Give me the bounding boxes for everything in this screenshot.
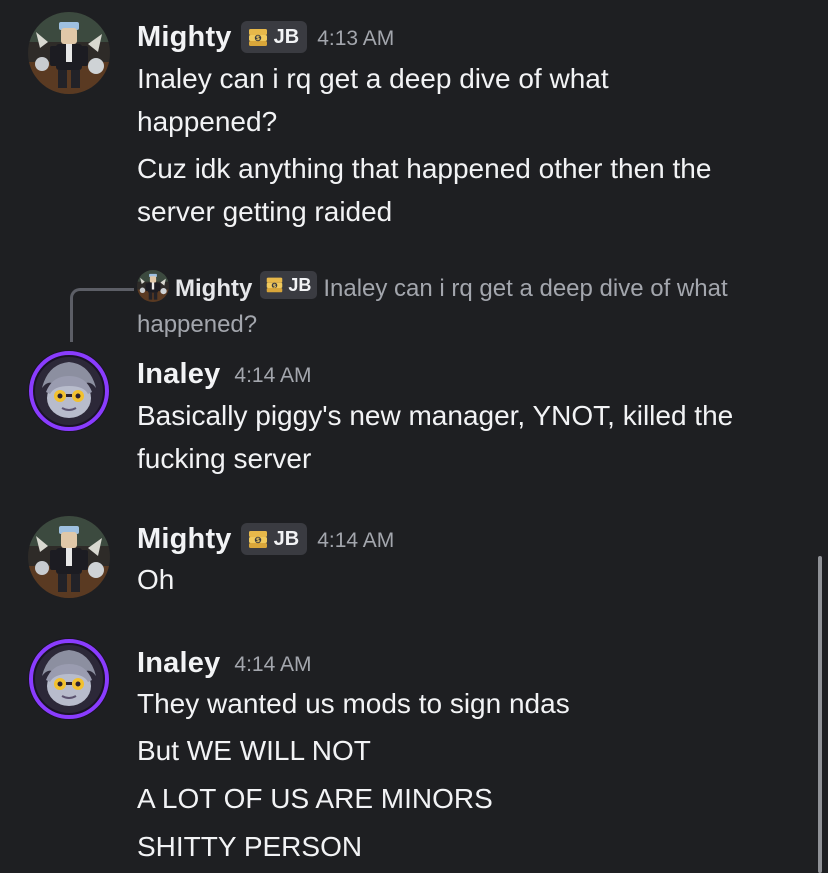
reply-username[interactable]: Mighty — [175, 275, 252, 302]
message-header: Mighty JB 4:13 AM — [137, 17, 394, 57]
message-header: Inaley 4:14 AM — [137, 643, 311, 683]
message-line: Inaley can i rq get a deep dive of what — [137, 63, 609, 94]
role-tag[interactable]: JB — [240, 523, 308, 555]
timestamp: 4:14 AM — [234, 363, 312, 387]
role-tag-label: JB — [273, 25, 300, 48]
message-line: But WE WILL NOT — [137, 735, 371, 766]
timestamp: 4:13 AM — [317, 26, 395, 50]
message-line: server getting raided — [137, 196, 393, 227]
money-stack-icon — [247, 528, 269, 550]
message-line: Oh — [137, 564, 175, 595]
username[interactable]: Inaley — [137, 358, 220, 391]
message-header: Inaley 4:14 AM — [137, 354, 311, 394]
avatar-mighty[interactable] — [28, 12, 110, 94]
username[interactable]: Mighty — [137, 21, 232, 54]
reply-avatar — [137, 270, 169, 302]
anime-avatar-icon — [28, 350, 110, 432]
reply-role-tag: JB — [260, 270, 318, 299]
money-stack-icon — [265, 275, 284, 294]
message-line: Cuz idk anything that happened other the… — [137, 153, 712, 184]
message-header: Mighty JB 4:14 AM — [137, 519, 394, 559]
avatar-inaley[interactable] — [28, 638, 110, 720]
username[interactable]: Mighty — [137, 523, 232, 556]
message-line: A LOT OF US ARE MINORS — [137, 783, 493, 814]
roblox-avatar-icon — [137, 270, 169, 302]
message-line: fucking server — [137, 443, 312, 474]
message-line: Basically piggy's new manager, YNOT, kil… — [137, 400, 734, 431]
reply-connector — [70, 288, 134, 342]
message-line: SHITTY PERSON — [137, 831, 363, 862]
avatar-mighty[interactable] — [28, 516, 110, 598]
reply-preview[interactable]: Mighty JB Inaley can i rq get a deep dive … — [137, 270, 807, 343]
reply-role-tag-label: JB — [288, 274, 312, 295]
scrollbar[interactable] — [818, 556, 822, 873]
role-tag[interactable]: JB — [240, 21, 308, 53]
anime-avatar-icon — [28, 638, 110, 720]
message-line: They wanted us mods to sign ndas — [137, 688, 570, 719]
message-line: happened? — [137, 106, 278, 137]
role-tag-label: JB — [273, 527, 300, 550]
timestamp: 4:14 AM — [234, 652, 312, 676]
roblox-avatar-icon — [28, 516, 110, 598]
money-stack-icon — [247, 26, 269, 48]
username[interactable]: Inaley — [137, 647, 220, 680]
avatar-inaley[interactable] — [28, 350, 110, 432]
roblox-avatar-icon — [28, 12, 110, 94]
timestamp: 4:14 AM — [317, 528, 395, 552]
